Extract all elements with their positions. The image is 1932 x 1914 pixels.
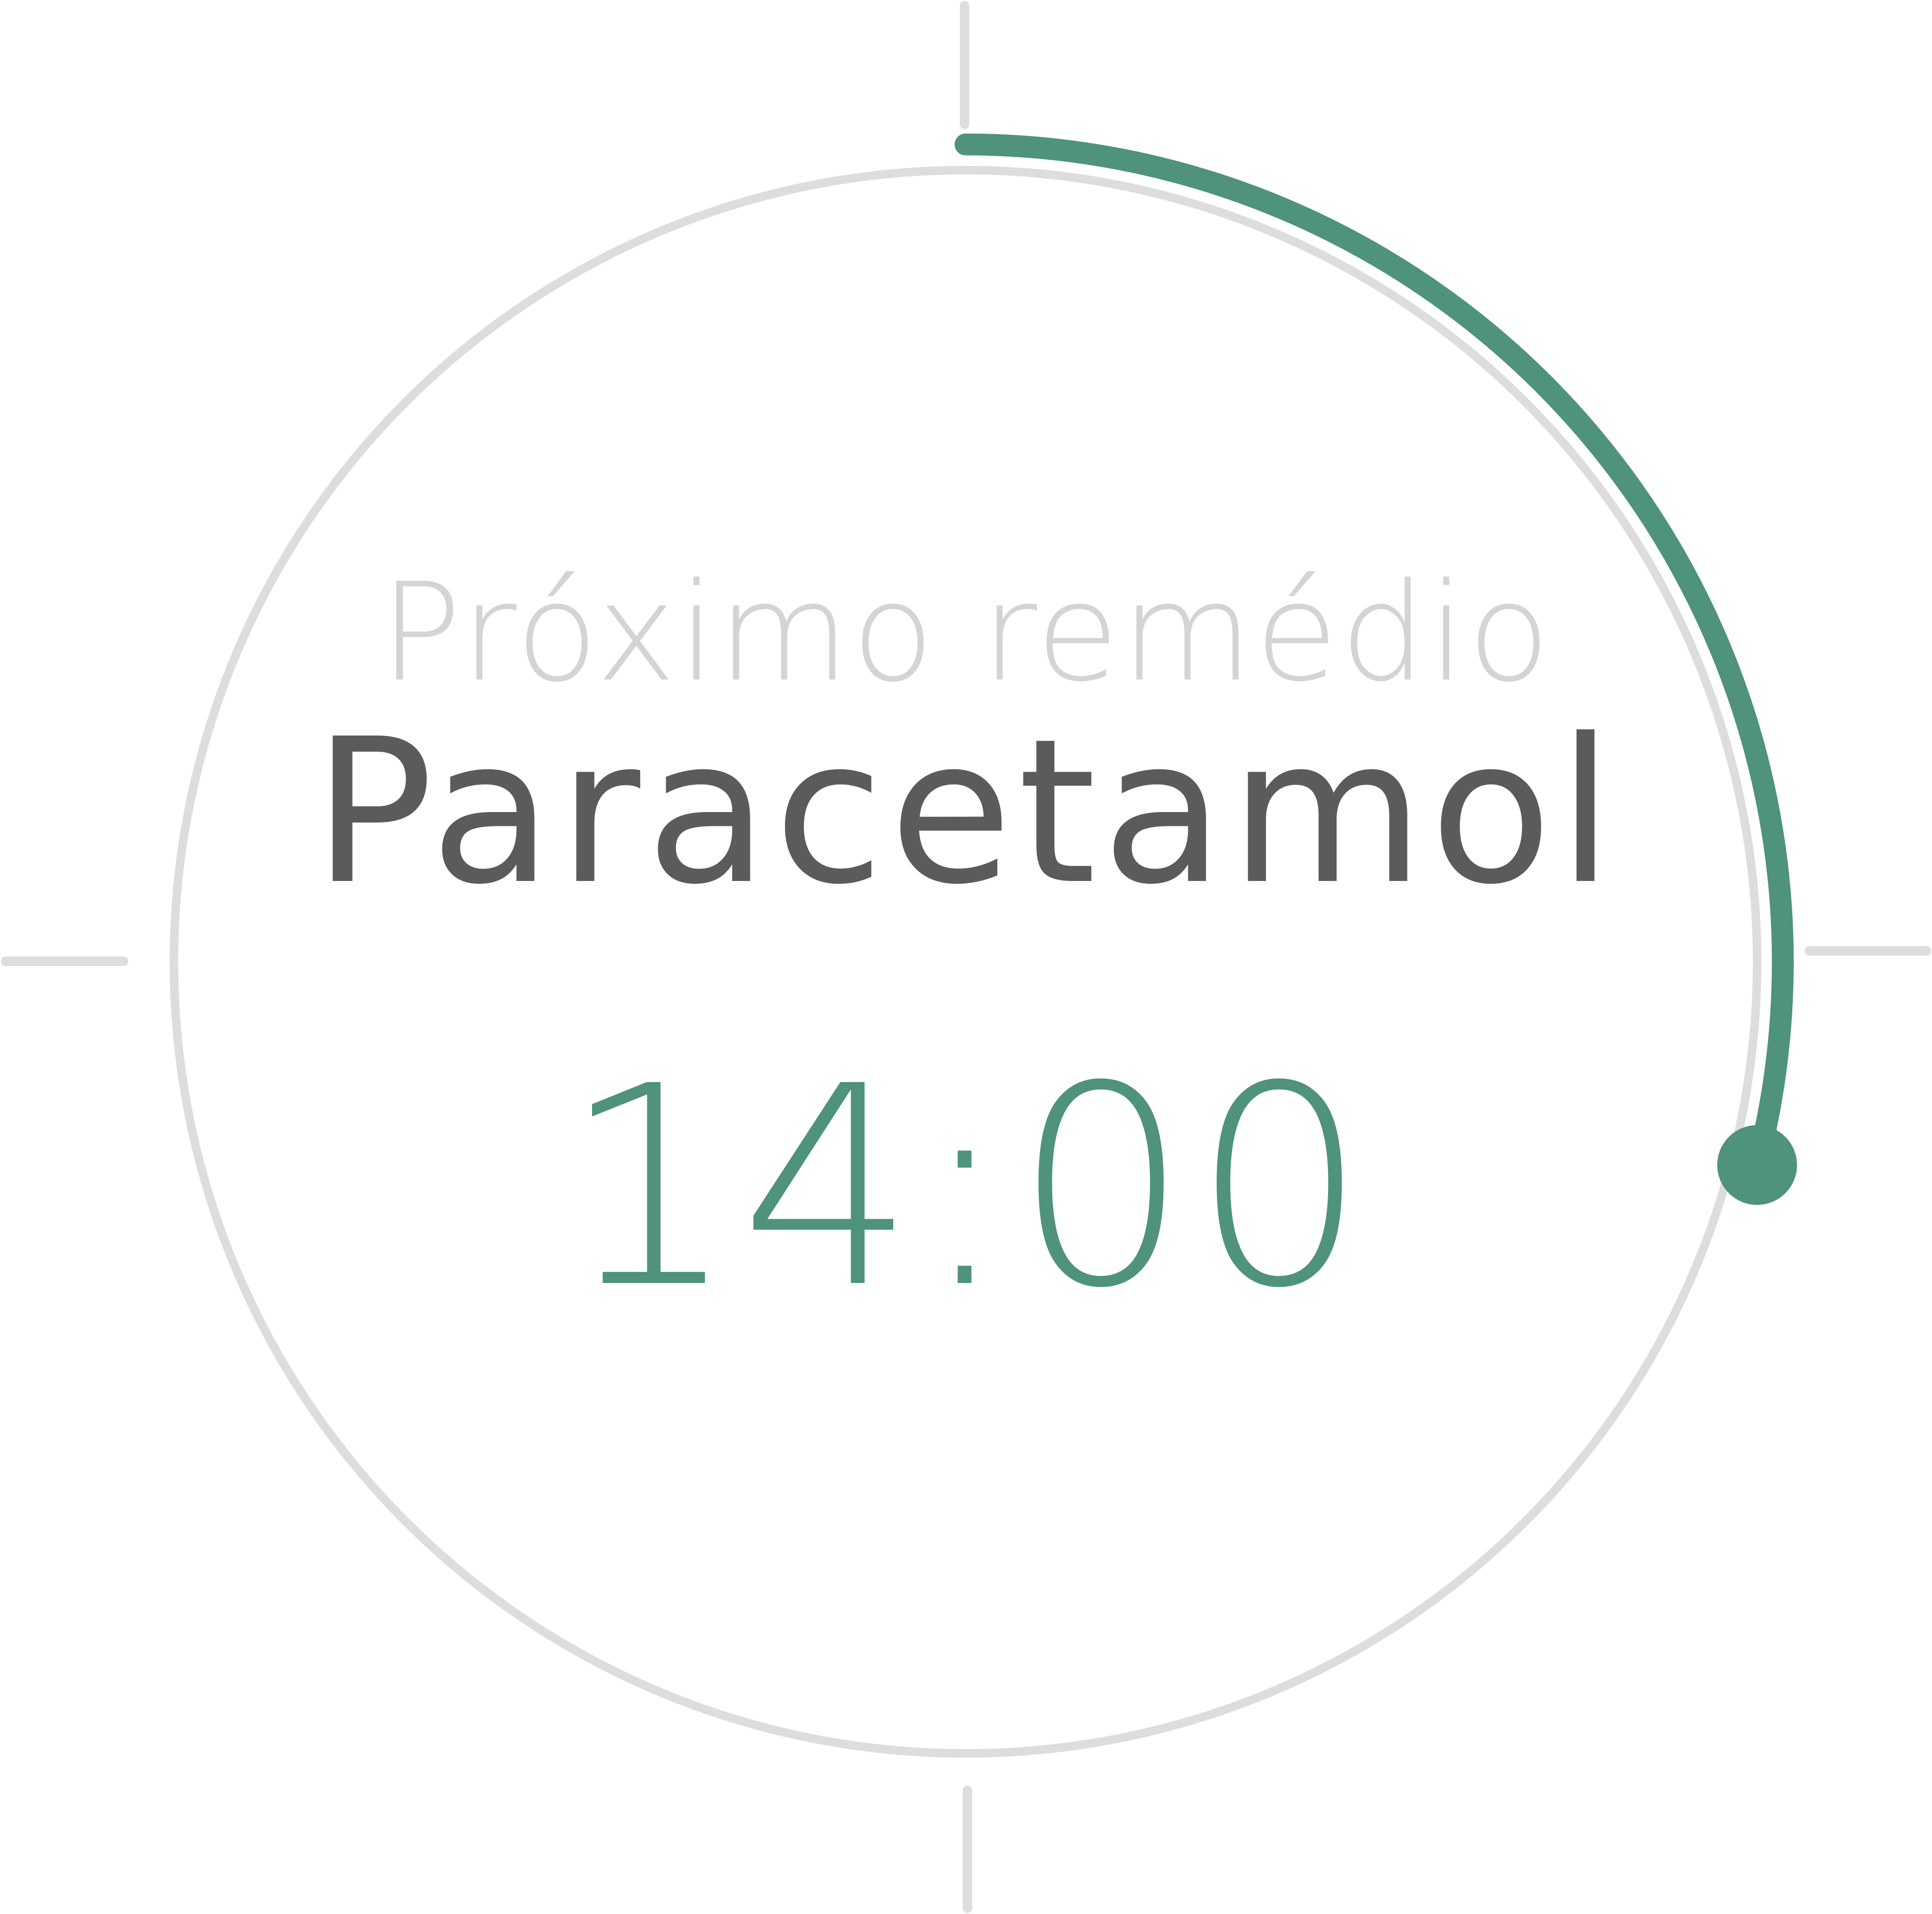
progress-dial (1, 1, 1931, 1913)
dial-track (170, 166, 1761, 1758)
next-medicine-label: Próximo remédio (380, 554, 1552, 712)
medicine-name: Paracetamol (313, 696, 1619, 928)
dose-time: 14:00 (562, 1027, 1370, 1348)
